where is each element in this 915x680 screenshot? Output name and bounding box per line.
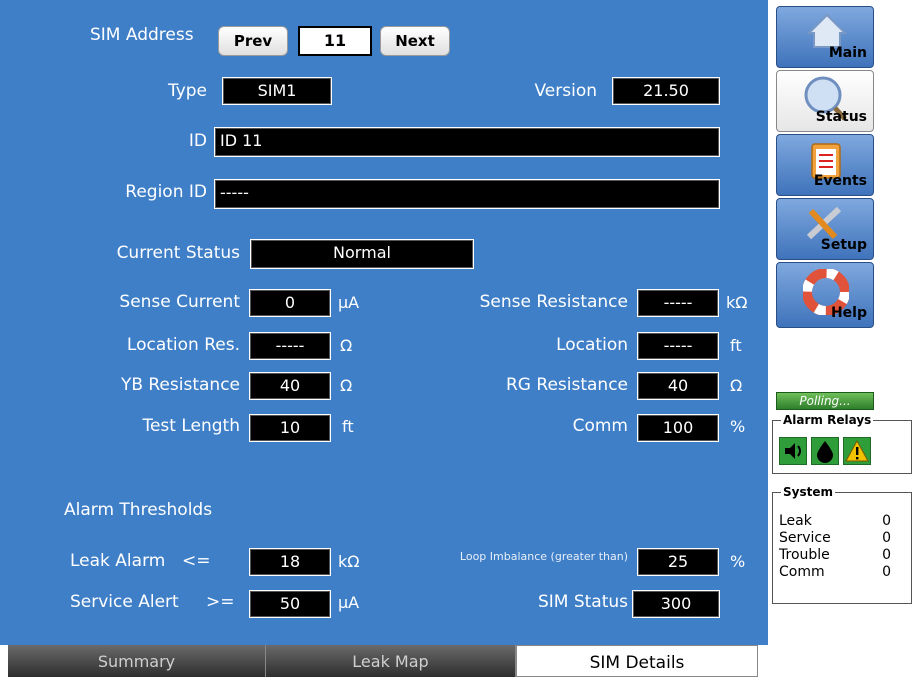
system-row-value: 0 [882,513,891,529]
location-res-label: Location Res. [126,335,240,355]
sim-address-field[interactable]: 11 [298,26,372,56]
test-length-field: 10 [249,414,331,442]
polling-indicator: Polling... [776,392,874,410]
loop-imbalance-field: 25 [637,548,719,576]
bottom-tabs: Summary Leak Map SIM Details [0,645,768,677]
nav-setup-label: Setup [820,237,867,253]
service-alert-unit: µA [338,593,360,612]
rg-resistance-label: RG Resistance [506,375,628,395]
sim-status-label: SIM Status [537,592,628,612]
yb-resistance-field: 40 [249,372,331,400]
comm-unit: % [730,417,746,436]
tab-leak-map[interactable]: Leak Map [266,645,516,677]
yb-resistance-unit: Ω [340,376,353,395]
id-field: ID 11 [214,127,720,157]
service-alert-operator: >= [206,592,235,612]
rg-resistance-field: 40 [637,372,719,400]
nav-events[interactable]: Events [776,134,874,196]
system-row-leak: Leak 0 [779,513,891,529]
system-group: System Leak 0 Service 0 Trouble 0 Comm 0 [772,484,912,604]
location-label: Location [556,335,628,355]
system-row-label: Service [779,530,831,546]
sense-resistance-label: Sense Resistance [479,292,628,312]
sense-current-label: Sense Current [119,292,240,312]
drop-icon [811,437,839,465]
region-id-label: Region ID [125,182,207,202]
system-row-label: Leak [779,513,812,529]
nav-status-label: Status [815,109,867,125]
system-row-trouble: Trouble 0 [779,547,891,563]
leak-alarm-operator: <= [182,551,211,571]
location-unit: ft [730,336,742,355]
leak-alarm-label: Leak Alarm [70,551,166,571]
sim-address-label: SIM Address [90,25,194,45]
sim-status-field: 300 [632,590,720,618]
loop-imbalance-label: Loop Imbalance (greater than) [459,550,628,563]
version-label: Version [534,81,597,101]
sense-current-field: 0 [249,289,331,317]
location-field: ----- [637,332,719,360]
rg-resistance-unit: Ω [730,376,743,395]
id-label: ID [188,131,207,151]
nav-setup[interactable]: Setup [776,198,874,260]
tab-summary[interactable]: Summary [8,645,266,677]
system-row-service: Service 0 [779,530,891,546]
leak-alarm-field: 18 [249,548,331,576]
type-label: Type [167,81,207,101]
sense-resistance-field: ----- [637,289,719,317]
comm-field: 100 [637,414,719,442]
system-row-label: Comm [779,564,825,580]
sidebar: Main Status Events Setup Help Polling...… [768,0,915,677]
alarm-relays-group: Alarm Relays [772,412,912,474]
nav-help-label: Help [830,305,867,321]
service-alert-field: 50 [249,590,331,618]
test-length-label: Test Length [142,416,240,436]
current-status-field: Normal [250,239,474,269]
nav-status[interactable]: Status [776,70,874,132]
location-res-field: ----- [249,332,331,360]
nav-main-label: Main [828,45,867,61]
loop-imbalance-unit: % [730,552,746,571]
leak-alarm-unit: kΩ [338,552,360,571]
alarm-relays-title: Alarm Relays [781,412,874,428]
system-row-label: Trouble [779,547,830,563]
system-row-value: 0 [882,564,891,580]
alarm-thresholds-heading: Alarm Thresholds [64,500,213,520]
location-res-unit: Ω [340,336,353,355]
tab-sim-details[interactable]: SIM Details [516,645,758,677]
sense-resistance-unit: kΩ [726,293,748,312]
nav-events-label: Events [813,173,867,189]
nav-help[interactable]: Help [776,262,874,328]
system-title: System [781,484,835,500]
speaker-icon [779,437,807,465]
system-row-value: 0 [882,547,891,563]
system-row-value: 0 [882,530,891,546]
region-id-field: ----- [214,179,720,209]
service-alert-label: Service Alert [70,592,179,612]
comm-label: Comm [572,416,628,436]
system-row-comm: Comm 0 [779,564,891,580]
warning-icon [843,437,871,465]
prev-button[interactable]: Prev [218,26,288,56]
next-button[interactable]: Next [380,26,450,56]
version-field: 21.50 [612,77,720,105]
yb-resistance-label: YB Resistance [120,375,240,395]
sense-current-unit: µA [338,293,360,312]
nav-main[interactable]: Main [776,6,874,68]
sim-details-panel: SIM Address Prev 11 Next Type SIM1 Versi… [0,0,768,645]
test-length-unit: ft [342,417,354,436]
type-field: SIM1 [222,77,332,105]
current-status-label: Current Status [116,243,240,263]
